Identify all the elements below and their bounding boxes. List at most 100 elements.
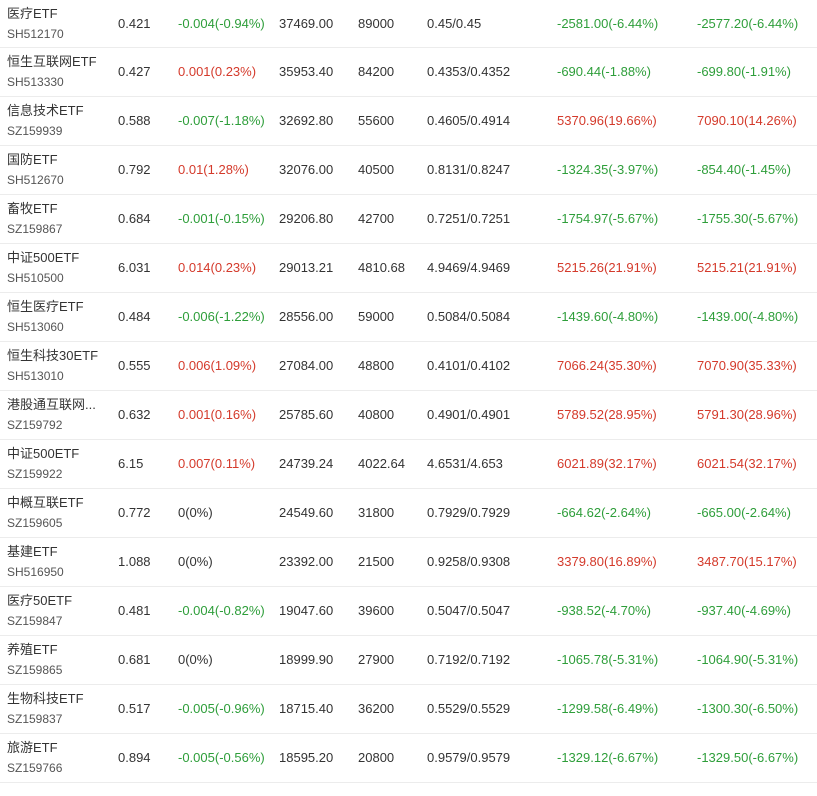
turnover-amount: 24739.24 (279, 456, 334, 471)
fund-name[interactable]: 恒生互联网ETF (7, 54, 107, 70)
fund-name-cell[interactable]: 恒生医疗ETF SH513060 (7, 299, 107, 335)
table-row[interactable]: 中证500ETF SZ159922 6.15 0.007(0.11%) 24739.24… (0, 440, 817, 489)
latest-price: 0.481 (118, 603, 151, 618)
price-change: -0.005(-0.56%) (178, 750, 265, 765)
volume: 4810.68 (358, 260, 405, 275)
table-row[interactable]: 恒生科技30ETF SH513010 0.555 0.006(1.09%) 27084.… (0, 342, 817, 391)
turnover-amount: 35953.40 (279, 64, 334, 79)
fund-name[interactable]: 国防ETF (7, 152, 107, 168)
fund-name-cell[interactable]: 中证500ETF SH510500 (7, 250, 107, 286)
price-change: 0.006(1.09%) (178, 358, 257, 373)
latest-price: 0.684 (118, 211, 151, 226)
etf-table: 医疗ETF SH512170 0.421 -0.004(-0.94%) 37469.00… (0, 0, 817, 783)
fund-name[interactable]: 中概互联ETF (7, 495, 107, 511)
fund-name-cell[interactable]: 医疗50ETF SZ159847 (7, 593, 107, 629)
price-change: -0.001(-0.15%) (178, 211, 265, 226)
fund-name[interactable]: 畜牧ETF (7, 201, 107, 217)
fund-name-cell[interactable]: 中证500ETF SZ159922 (7, 446, 107, 482)
flow-value-1: -1329.12(-6.67%) (557, 750, 659, 765)
latest-price: 0.792 (118, 162, 151, 177)
fund-name-cell[interactable]: 基建ETF SH516950 (7, 544, 107, 580)
bid-ask: 0.4605/0.4914 (427, 113, 511, 128)
table-row[interactable]: 医疗50ETF SZ159847 0.481 -0.004(-0.82%) 19047.… (0, 587, 817, 636)
bid-ask: 0.9258/0.9308 (427, 554, 511, 569)
table-row[interactable]: 恒生互联网ETF SH513330 0.427 0.001(0.23%) 35953.4… (0, 48, 817, 97)
turnover-amount: 19047.60 (279, 603, 334, 618)
latest-price: 1.088 (118, 554, 151, 569)
turnover-amount: 23392.00 (279, 554, 334, 569)
flow-value-2: 7090.10(14.26%) (697, 113, 797, 128)
fund-name-cell[interactable]: 恒生科技30ETF SH513010 (7, 348, 107, 384)
table-row[interactable]: 恒生医疗ETF SH513060 0.484 -0.006(-1.22%) 28556.… (0, 293, 817, 342)
flow-value-2: 5791.30(28.96%) (697, 407, 797, 422)
latest-price: 0.421 (118, 16, 151, 31)
latest-price: 0.588 (118, 113, 151, 128)
fund-name-cell[interactable]: 医疗ETF SH512170 (7, 6, 107, 42)
latest-price: 0.517 (118, 701, 151, 716)
volume: 4022.64 (358, 456, 405, 471)
fund-name-cell[interactable]: 畜牧ETF SZ159867 (7, 201, 107, 237)
fund-name-cell[interactable]: 养殖ETF SZ159865 (7, 642, 107, 678)
fund-name[interactable]: 中证500ETF (7, 446, 107, 462)
volume: 59000 (358, 309, 395, 324)
turnover-amount: 32692.80 (279, 113, 334, 128)
fund-code: SH513010 (7, 369, 64, 383)
flow-value-2: -1329.50(-6.67%) (697, 750, 799, 765)
fund-name-cell[interactable]: 信息技术ETF SZ159939 (7, 103, 107, 139)
fund-name[interactable]: 恒生科技30ETF (7, 348, 107, 364)
table-row[interactable]: 中证500ETF SH510500 6.031 0.014(0.23%) 29013.2… (0, 244, 817, 293)
fund-code: SZ159865 (7, 663, 63, 677)
fund-name-cell[interactable]: 国防ETF SH512670 (7, 152, 107, 188)
price-change: 0(0%) (178, 554, 213, 569)
latest-price: 0.681 (118, 652, 151, 667)
table-row[interactable]: 港股通互联网... SZ159792 0.632 0.001(0.16%) 25785.… (0, 391, 817, 440)
fund-name[interactable]: 港股通互联网... (7, 397, 107, 413)
price-change: -0.006(-1.22%) (178, 309, 265, 324)
flow-value-1: 5215.26(21.91%) (557, 260, 657, 275)
table-row[interactable]: 基建ETF SH516950 1.088 0(0%) 23392.00 21500 0.92… (0, 538, 817, 587)
flow-value-1: 5370.96(19.66%) (557, 113, 657, 128)
bid-ask: 0.45/0.45 (427, 16, 482, 31)
fund-name[interactable]: 医疗ETF (7, 6, 107, 22)
price-change: 0.001(0.16%) (178, 407, 257, 422)
fund-code: SZ159792 (7, 418, 63, 432)
fund-name[interactable]: 生物科技ETF (7, 691, 107, 707)
flow-value-1: 7066.24(35.30%) (557, 358, 657, 373)
table-row[interactable]: 畜牧ETF SZ159867 0.684 -0.001(-0.15%) 29206.80… (0, 195, 817, 244)
fund-name[interactable]: 基建ETF (7, 544, 107, 560)
fund-name-cell[interactable]: 生物科技ETF SZ159837 (7, 691, 107, 727)
fund-name[interactable]: 恒生医疗ETF (7, 299, 107, 315)
fund-name[interactable]: 信息技术ETF (7, 103, 107, 119)
flow-value-1: 6021.89(32.17%) (557, 456, 657, 471)
fund-name-cell[interactable]: 恒生互联网ETF SH513330 (7, 54, 107, 90)
fund-name[interactable]: 养殖ETF (7, 642, 107, 658)
table-row[interactable]: 信息技术ETF SZ159939 0.588 -0.007(-1.18%) 32692.… (0, 97, 817, 146)
flow-value-1: -1439.60(-4.80%) (557, 309, 659, 324)
price-change: 0(0%) (178, 652, 213, 667)
fund-code: SZ159605 (7, 516, 63, 530)
flow-value-2: -2577.20(-6.44%) (697, 16, 799, 31)
table-row[interactable]: 中概互联ETF SZ159605 0.772 0(0%) 24549.60 31800 0.… (0, 489, 817, 538)
table-row[interactable]: 国防ETF SH512670 0.792 0.01(1.28%) 32076.00 405… (0, 146, 817, 195)
fund-name[interactable]: 医疗50ETF (7, 593, 107, 609)
fund-name-cell[interactable]: 中概互联ETF SZ159605 (7, 495, 107, 531)
flow-value-1: -664.62(-2.64%) (557, 505, 651, 520)
fund-name-cell[interactable]: 旅游ETF SZ159766 (7, 740, 107, 776)
latest-price: 0.632 (118, 407, 151, 422)
fund-name[interactable]: 旅游ETF (7, 740, 107, 756)
volume: 20800 (358, 750, 395, 765)
fund-code: SZ159837 (7, 712, 63, 726)
price-change: 0(0%) (178, 505, 213, 520)
fund-code: SH513330 (7, 75, 64, 89)
table-row[interactable]: 生物科技ETF SZ159837 0.517 -0.005(-0.96%) 18715.… (0, 685, 817, 734)
table-row[interactable]: 旅游ETF SZ159766 0.894 -0.005(-0.56%) 18595.20… (0, 734, 817, 783)
turnover-amount: 29013.21 (279, 260, 334, 275)
table-row[interactable]: 医疗ETF SH512170 0.421 -0.004(-0.94%) 37469.00… (0, 0, 817, 48)
fund-name-cell[interactable]: 港股通互联网... SZ159792 (7, 397, 107, 433)
table-row[interactable]: 养殖ETF SZ159865 0.681 0(0%) 18999.90 27900 0.71… (0, 636, 817, 685)
price-change: 0.01(1.28%) (178, 162, 249, 177)
turnover-amount: 24549.60 (279, 505, 334, 520)
bid-ask: 0.5529/0.5529 (427, 701, 511, 716)
fund-code: SZ159939 (7, 124, 63, 138)
fund-name[interactable]: 中证500ETF (7, 250, 107, 266)
